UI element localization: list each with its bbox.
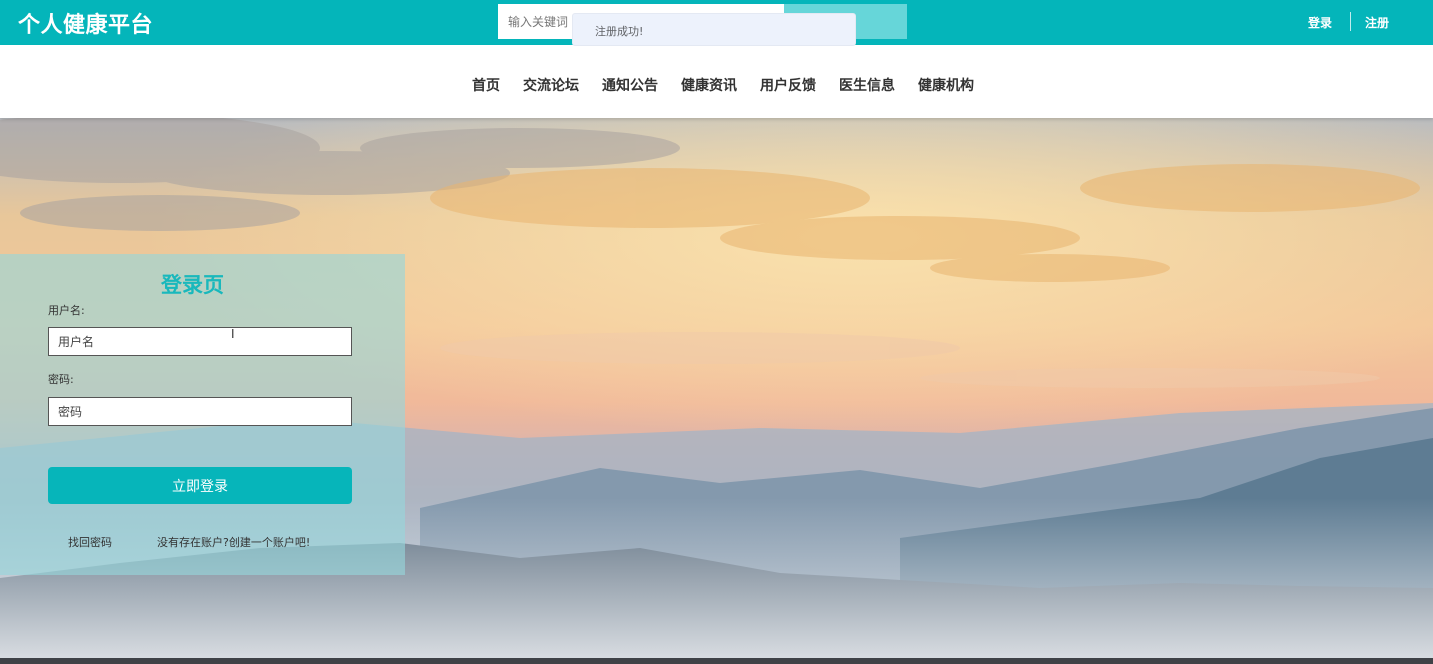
nav-item-home[interactable]: 首页 (472, 75, 500, 95)
password-label: 密码: (48, 373, 74, 386)
nav-item-forum[interactable]: 交流论坛 (523, 75, 579, 95)
login-panel: 登录页 用户名: 密码: 立即登录 找回密码 没有存在账户?创建一个账户吧! I (0, 254, 405, 575)
text-cursor-icon: I (231, 327, 235, 341)
login-submit-button[interactable]: 立即登录 (48, 467, 352, 504)
login-link[interactable]: 登录 (1308, 14, 1332, 31)
nav-item-feedback[interactable]: 用户反馈 (760, 75, 816, 95)
create-account-link[interactable]: 没有存在账户?创建一个账户吧! (157, 534, 310, 550)
top-bar: 个人健康平台 注册成功! 登录 注册 (0, 0, 1433, 46)
password-input[interactable] (48, 397, 352, 426)
site-brand[interactable]: 个人健康平台 (18, 7, 153, 39)
login-title: 登录页 (161, 273, 224, 297)
nav-item-health-news[interactable]: 健康资讯 (681, 75, 737, 95)
register-link[interactable]: 注册 (1365, 14, 1389, 31)
nav-item-institutions[interactable]: 健康机构 (918, 75, 974, 95)
nav-item-notices[interactable]: 通知公告 (602, 75, 658, 95)
nav-item-doctors[interactable]: 医生信息 (839, 75, 895, 95)
auth-links: 登录 注册 (1273, 0, 1433, 45)
main-nav: 首页 交流论坛 通知公告 健康资讯 用户反馈 医生信息 健康机构 (472, 75, 997, 95)
nav-bar: 首页 交流论坛 通知公告 健康资讯 用户反馈 医生信息 健康机构 (0, 45, 1433, 118)
toast-message: 注册成功! (572, 13, 856, 46)
username-label: 用户名: (48, 304, 85, 317)
forgot-password-link[interactable]: 找回密码 (68, 534, 112, 550)
auth-divider (1350, 12, 1351, 31)
username-input[interactable] (48, 327, 352, 356)
